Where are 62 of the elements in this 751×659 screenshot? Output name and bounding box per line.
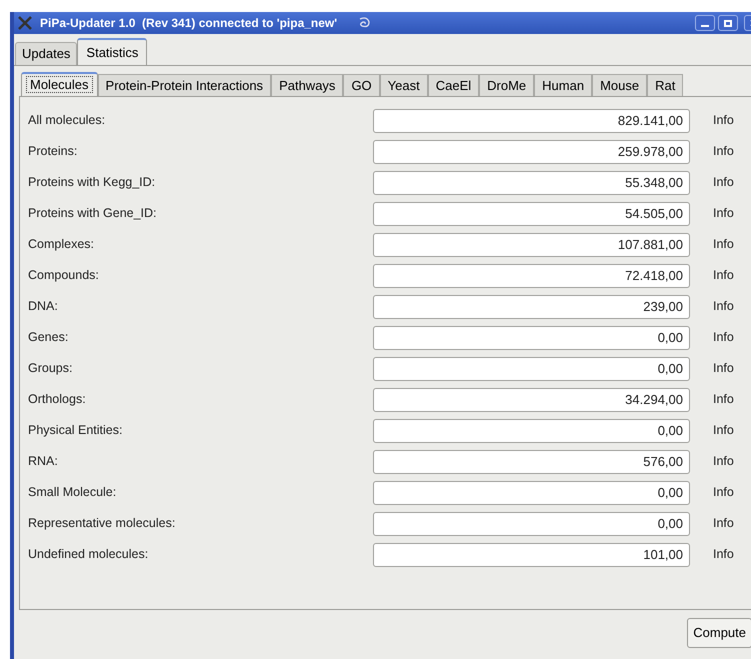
tab[interactable]: DroMe xyxy=(479,74,534,96)
row-label: Proteins with Gene_ID: xyxy=(28,205,158,222)
tab[interactable]: Molecules xyxy=(21,72,98,96)
row-label: All molecules: xyxy=(28,112,106,130)
row-label: Orthologs: xyxy=(28,391,87,408)
info-label: Info xyxy=(713,329,734,346)
compute-button[interactable]: Compute xyxy=(687,618,751,648)
value-field[interactable]: 0,00 xyxy=(373,512,690,536)
tab[interactable]: Statistics xyxy=(77,38,148,65)
tab[interactable]: Human xyxy=(534,74,592,96)
row-label: Compounds: xyxy=(28,267,100,284)
info-label: Info xyxy=(713,112,734,130)
info-label: Info xyxy=(713,515,734,532)
window-title: PiPa-Updater 1.0 (Rev 341) connected to 'pipa_new' xyxy=(40,15,338,32)
value-field[interactable]: 34.294,00 xyxy=(373,388,690,412)
value-field[interactable]: 54.505,00 xyxy=(373,202,690,226)
row-label: RNA: xyxy=(28,453,59,470)
row-label: Complexes: xyxy=(28,236,95,254)
info-label: Info xyxy=(713,422,734,440)
row-label: Genes: xyxy=(28,329,70,346)
info-label: Info xyxy=(713,174,734,192)
row-label: Groups: xyxy=(28,360,74,378)
row-label: Representative molecules: xyxy=(28,515,176,532)
row-label: Proteins with Kegg_ID: xyxy=(28,174,156,192)
tab[interactable]: Updates xyxy=(15,42,78,65)
info-label: Info xyxy=(713,453,734,470)
tab[interactable]: GO xyxy=(343,74,380,96)
tab[interactable]: Mouse xyxy=(592,74,648,96)
row-label: Proteins: xyxy=(28,143,78,160)
value-field[interactable]: 107.881,00 xyxy=(373,232,690,256)
info-label: Info xyxy=(713,143,734,160)
row-label: Undefined molecules: xyxy=(28,546,150,564)
info-label: Info xyxy=(713,360,734,378)
value-field[interactable]: 0,00 xyxy=(373,326,690,350)
tab[interactable]: Protein-Protein Interactions xyxy=(98,74,272,96)
info-label: Info xyxy=(713,391,734,408)
info-label: Info xyxy=(713,236,734,254)
value-field[interactable]: 239,00 xyxy=(373,294,690,318)
minimize-button[interactable] xyxy=(695,15,715,31)
value-field[interactable]: 0,00 xyxy=(373,480,690,504)
value-field[interactable]: 72.418,00 xyxy=(373,264,690,288)
tab[interactable]: CaeEl xyxy=(428,74,480,96)
value-field[interactable]: 101,00 xyxy=(373,542,690,566)
info-label: Info xyxy=(713,205,734,222)
value-field[interactable]: 576,00 xyxy=(373,450,690,474)
value-field[interactable]: 829.141,00 xyxy=(373,108,690,132)
value-field[interactable]: 0,00 xyxy=(373,418,690,442)
value-field[interactable]: 0,00 xyxy=(373,356,690,380)
row-label: Small Molecule: xyxy=(28,484,118,502)
value-field[interactable]: 259.978,00 xyxy=(373,140,690,164)
tab[interactable]: Yeast xyxy=(380,74,428,96)
info-label: Info xyxy=(713,484,734,502)
tab[interactable]: Pathways xyxy=(271,74,344,96)
maximize-button[interactable] xyxy=(718,15,738,31)
value-field[interactable]: 55.348,00 xyxy=(373,170,690,194)
tab[interactable]: Rat xyxy=(647,74,684,96)
info-label: Info xyxy=(713,546,734,564)
x-logo-icon xyxy=(18,16,32,30)
info-label: Info xyxy=(713,267,734,284)
row-label: DNA: xyxy=(28,298,59,316)
info-label: Info xyxy=(713,298,734,316)
row-label: Physical Entities: xyxy=(28,422,124,440)
